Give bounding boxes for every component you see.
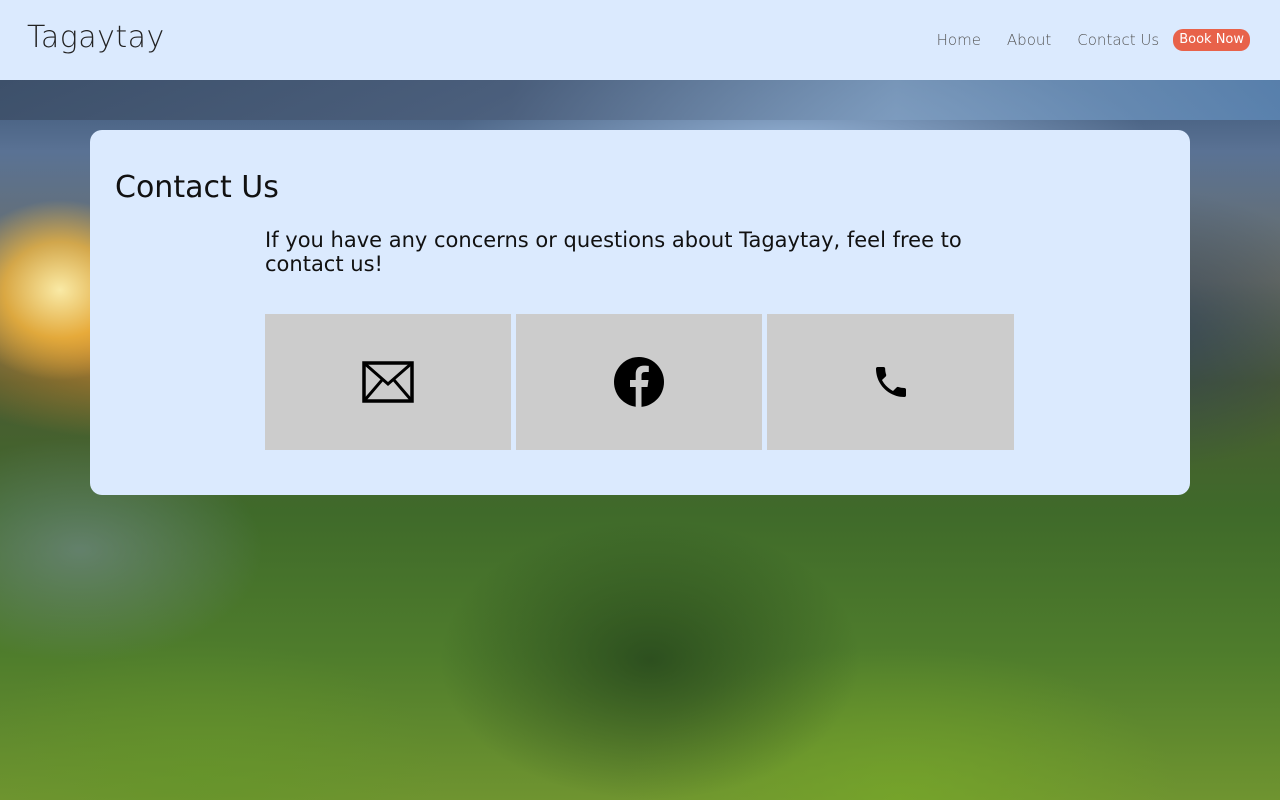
book-now-button[interactable]: Book Now (1173, 29, 1250, 51)
nav-contact-link[interactable]: Contact Us (1077, 31, 1159, 49)
contact-message: If you have any concerns or questions ab… (265, 228, 962, 276)
main-nav: Home About Contact Us Book Now (937, 29, 1250, 51)
nav-about-link[interactable]: About (1007, 31, 1051, 49)
contact-card: Contact Us If you have any concerns or q… (90, 130, 1190, 495)
phone-icon (871, 362, 911, 402)
site-logo[interactable]: Tagaytay (27, 20, 165, 55)
facebook-icon (613, 356, 665, 408)
envelope-icon (362, 361, 414, 403)
contact-title: Contact Us (115, 170, 279, 205)
contact-tiles (265, 314, 1014, 450)
phone-tile[interactable] (767, 314, 1014, 450)
facebook-tile[interactable] (516, 314, 762, 450)
site-header: Tagaytay Home About Contact Us Book Now (0, 0, 1280, 80)
background-sky (0, 80, 1280, 120)
page: Tagaytay Home About Contact Us Book Now … (0, 0, 1280, 800)
email-tile[interactable] (265, 314, 511, 450)
nav-home-link[interactable]: Home (937, 31, 981, 49)
